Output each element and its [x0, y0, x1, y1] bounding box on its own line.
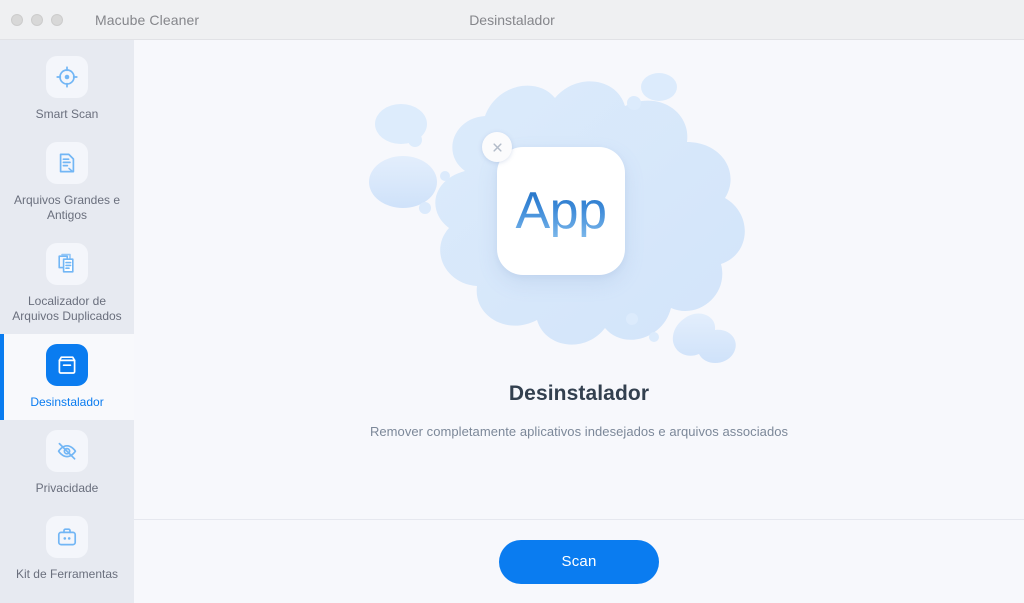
- sidebar-item-label: Privacidade: [35, 481, 99, 495]
- sidebar-item-label: Localizador de Arquivos Duplicados: [12, 294, 122, 323]
- document-icon: [46, 142, 88, 184]
- titlebar: Macube Cleaner Desinstalador: [0, 0, 1024, 40]
- app-tile-label: App: [515, 182, 607, 240]
- sidebar: Smart Scan Arquivos Grandes e Antigos Lo…: [0, 40, 134, 603]
- main-panel: App Desinstalador Remover completamente …: [134, 40, 1024, 603]
- sidebar-item-toolkit[interactable]: Kit de Ferramentas: [0, 506, 134, 592]
- archive-box-icon: [46, 344, 88, 386]
- sidebar-item-smart-scan[interactable]: Smart Scan: [0, 46, 134, 132]
- window-body: Smart Scan Arquivos Grandes e Antigos Lo…: [0, 40, 1024, 603]
- sidebar-item-large-old-files[interactable]: Arquivos Grandes e Antigos: [0, 132, 134, 233]
- sidebar-item-label: Desinstalador: [30, 395, 104, 409]
- uninstaller-intro: App Desinstalador Remover completamente …: [134, 40, 1024, 519]
- scan-button[interactable]: Scan: [499, 539, 659, 584]
- page-title: Desinstalador: [508, 382, 650, 405]
- page-subtitle: Remover completamente aplicativos indese…: [369, 424, 789, 439]
- sidebar-item-uninstaller[interactable]: Desinstalador: [0, 334, 134, 420]
- action-footer: Scan: [134, 519, 1024, 603]
- target-icon: [46, 56, 88, 98]
- minimize-window-button[interactable]: [31, 13, 43, 26]
- sidebar-item-label: Smart Scan: [35, 107, 99, 121]
- duplicate-files-icon: [46, 243, 88, 285]
- sidebar-item-duplicate-finder[interactable]: Localizador de Arquivos Duplicados: [0, 233, 134, 334]
- sidebar-item-privacy[interactable]: Privacidade: [0, 420, 134, 506]
- zoom-window-button[interactable]: [51, 13, 63, 26]
- close-x-icon[interactable]: [482, 132, 512, 162]
- app-name-label: Macube Cleaner: [95, 11, 200, 28]
- toolbox-icon: [46, 516, 88, 558]
- sidebar-item-label: Arquivos Grandes e Antigos: [13, 193, 121, 222]
- traffic-lights: [11, 13, 63, 26]
- uninstaller-illustration: App: [369, 54, 789, 384]
- app-window: Macube Cleaner Desinstalador Smart Scan: [0, 0, 1024, 603]
- eye-off-icon: [46, 430, 88, 472]
- app-icon-tile: App: [497, 147, 625, 275]
- sidebar-item-label: Kit de Ferramentas: [15, 567, 119, 581]
- close-window-button[interactable]: [11, 13, 23, 26]
